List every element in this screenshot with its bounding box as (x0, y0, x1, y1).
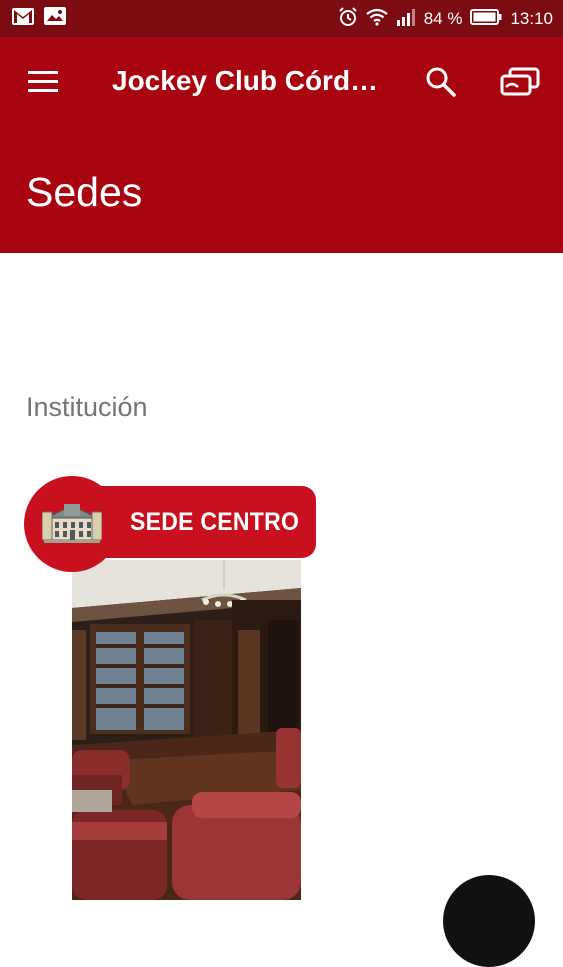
sede-name: SEDE CENTRO (130, 508, 300, 536)
page-title: Sedes (26, 169, 143, 215)
status-time: 13:10 (510, 9, 553, 28)
alarm-icon (338, 7, 358, 30)
gmail-icon (12, 7, 34, 30)
sede-photo (72, 560, 301, 900)
cards-icon (500, 67, 540, 96)
cards-button[interactable] (500, 67, 540, 97)
sede-banner: SEDE CENTRO (24, 476, 324, 572)
search-icon (426, 67, 456, 97)
app-toolbar: Jockey Club Córd… Sedes (0, 37, 563, 253)
app-title: Jockey Club Córd… (112, 65, 379, 96)
menu-button[interactable] (26, 66, 60, 96)
floating-action-button[interactable] (443, 875, 535, 967)
wifi-icon (366, 8, 388, 29)
status-left (12, 7, 66, 30)
menu-icon (28, 71, 58, 92)
battery-icon (470, 9, 502, 28)
status-bar: 84 % 13:10 (0, 0, 563, 37)
building-icon (41, 500, 103, 544)
gallery-icon (44, 7, 66, 30)
section-label: Institución (26, 392, 148, 422)
battery-percent: 84 % (423, 9, 463, 28)
signal-icon (396, 8, 416, 29)
status-right: 84 % 13:10 (338, 7, 553, 30)
sede-card[interactable]: SEDE CENTRO (24, 476, 324, 900)
search-button[interactable] (424, 65, 458, 99)
